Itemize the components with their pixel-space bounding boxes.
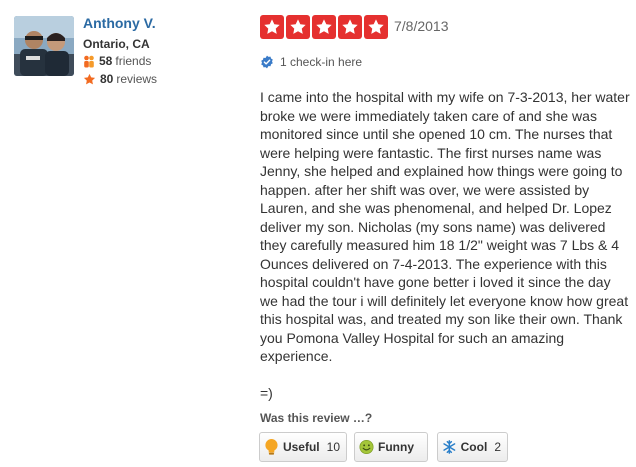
useful-button[interactable]: Useful 10 bbox=[259, 432, 347, 462]
friends-label: friends bbox=[115, 54, 152, 68]
cool-label: Cool bbox=[460, 440, 488, 454]
snowflake-icon bbox=[443, 440, 456, 454]
cool-count: 2 bbox=[494, 440, 501, 454]
funny-button[interactable]: Funny bbox=[354, 432, 428, 462]
checkin-badge-icon bbox=[261, 55, 273, 69]
friends-count: 58 friends bbox=[83, 54, 151, 68]
smiley-icon bbox=[359, 440, 374, 454]
funny-label: Funny bbox=[378, 440, 414, 454]
username-link[interactable]: Anthony V. bbox=[83, 15, 156, 31]
checkin-info: 1 check-in here bbox=[260, 55, 362, 69]
vote-question: Was this review …? bbox=[260, 411, 373, 425]
checkin-text: 1 check-in here bbox=[280, 55, 363, 69]
review-body: I came into the hospital with my wife on… bbox=[260, 89, 630, 401]
avatar-photo bbox=[14, 16, 74, 76]
rating-star-icon bbox=[260, 15, 284, 39]
cool-button[interactable]: Cool 2 bbox=[437, 432, 508, 462]
friends-number: 58 bbox=[99, 54, 113, 68]
rating-star-icon bbox=[286, 15, 310, 39]
useful-label: Useful bbox=[282, 440, 320, 454]
star-rating bbox=[260, 15, 388, 39]
friends-icon bbox=[84, 55, 94, 67]
rating-star-icon bbox=[364, 15, 388, 39]
lightbulb-icon bbox=[265, 439, 278, 455]
review-date: 7/8/2013 bbox=[394, 18, 449, 34]
rating-star-icon bbox=[312, 15, 336, 39]
reviews-number: 80 bbox=[100, 72, 114, 86]
useful-count: 10 bbox=[326, 440, 340, 454]
rating-star-icon bbox=[338, 15, 362, 39]
review-star-icon bbox=[83, 73, 96, 84]
user-location: Ontario, CA bbox=[83, 37, 150, 51]
user-avatar[interactable] bbox=[14, 16, 74, 76]
reviews-count: 80 reviews bbox=[83, 72, 157, 86]
reviews-label: reviews bbox=[116, 72, 158, 86]
